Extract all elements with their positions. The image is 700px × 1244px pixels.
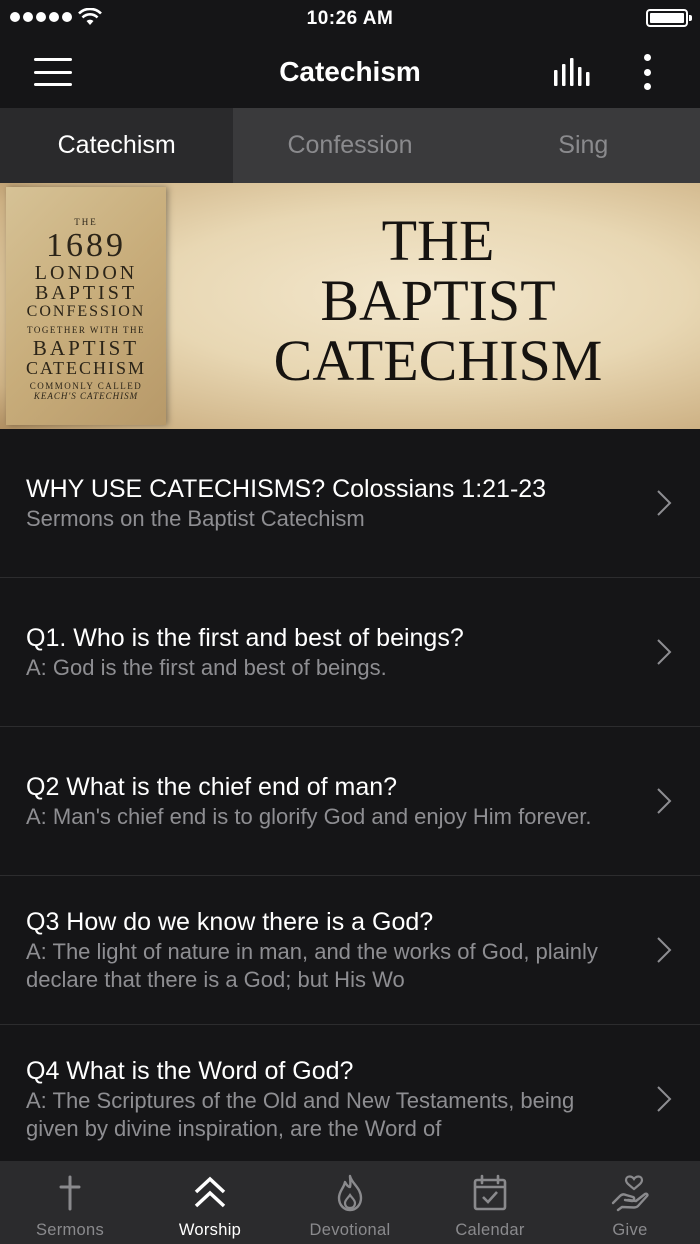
list-item[interactable]: Q1. Who is the first and best of beings?… bbox=[0, 578, 700, 727]
book-cover-text: TOGETHER WITH THE bbox=[27, 325, 145, 335]
list-item-title: Q3 How do we know there is a God? bbox=[26, 908, 434, 936]
more-options-button[interactable] bbox=[638, 54, 656, 90]
status-bar: 10:26 AM bbox=[0, 0, 700, 36]
book-cover-text: LONDON bbox=[34, 262, 138, 284]
list-item[interactable]: Q4 What is the Word of God? A: The Scrip… bbox=[0, 1025, 700, 1174]
tab-label: Worship bbox=[178, 1221, 242, 1239]
navigation-bar: Catechism bbox=[0, 36, 700, 108]
more-vertical-icon bbox=[643, 54, 651, 61]
catechism-list: WHY USE CATECHISMS? Colossians 1:21-23 S… bbox=[0, 429, 700, 1174]
cross-icon bbox=[59, 1175, 81, 1211]
page-title: Catechism bbox=[279, 56, 421, 87]
list-item-title: Q1. Who is the first and best of beings? bbox=[26, 624, 464, 652]
banner-title-line: THE bbox=[381, 208, 495, 273]
banner-title-line: CATECHISM bbox=[273, 328, 603, 393]
list-item-subtitle: Sermons on the Baptist Catechism bbox=[26, 506, 365, 531]
catechism-banner: THE 1689 LONDON BAPTIST CONFESSION TOGET… bbox=[0, 183, 700, 429]
book-cover-text: 1689 bbox=[46, 227, 126, 264]
tab-label: Sermons bbox=[35, 1221, 105, 1239]
book-cover-text: BAPTIST bbox=[32, 336, 140, 360]
bottom-tab-bar: Sermons Worship Devotional Calendar Give bbox=[0, 1161, 700, 1244]
status-time: 10:26 AM bbox=[306, 8, 394, 29]
book-cover-text: KEACH'S CATECHISM bbox=[33, 391, 139, 401]
tab-label: Calendar bbox=[455, 1221, 525, 1239]
calendar-check-icon bbox=[473, 1174, 507, 1211]
list-item-title: Q4 What is the Word of God? bbox=[26, 1057, 354, 1085]
chevron-right-icon bbox=[657, 490, 672, 516]
list-item-subtitle: A: The Scriptures of the Old and New Tes… bbox=[26, 1088, 575, 1141]
battery-icon bbox=[646, 9, 692, 27]
flame-icon bbox=[337, 1174, 363, 1212]
chevron-right-icon bbox=[657, 937, 672, 963]
banner-title: THE BAPTIST CATECHISM bbox=[236, 211, 640, 391]
audio-bars-button[interactable] bbox=[552, 58, 592, 88]
book-cover-text: BAPTIST bbox=[34, 282, 138, 304]
list-item-subtitle: A: Man's chief end is to glorify God and… bbox=[26, 804, 592, 829]
list-item[interactable]: WHY USE CATECHISMS? Colossians 1:21-23 S… bbox=[0, 429, 700, 578]
chevron-right-icon bbox=[657, 639, 672, 665]
tab-give[interactable]: Give bbox=[560, 1161, 700, 1244]
tab-devotional[interactable]: Devotional bbox=[280, 1161, 420, 1244]
list-item-subtitle: A: God is the first and best of beings. bbox=[26, 655, 387, 680]
list-item[interactable]: Q3 How do we know there is a God? A: The… bbox=[0, 876, 700, 1025]
banner-title-line: BAPTIST bbox=[320, 268, 556, 333]
tab-label: Give bbox=[612, 1221, 648, 1239]
tab-label: Devotional bbox=[309, 1221, 391, 1239]
list-item[interactable]: Q2 What is the chief end of man? A: Man'… bbox=[0, 727, 700, 876]
equalizer-icon bbox=[554, 58, 590, 86]
tab-confession[interactable]: Confession bbox=[233, 108, 466, 183]
tab-catechism[interactable]: Catechism bbox=[0, 108, 234, 183]
book-cover-text: THE bbox=[74, 217, 98, 227]
tab-calendar[interactable]: Calendar bbox=[420, 1161, 560, 1244]
tab-sermons[interactable]: Sermons bbox=[0, 1161, 140, 1244]
list-item-title: WHY USE CATECHISMS? Colossians 1:21-23 bbox=[26, 475, 547, 503]
book-cover-text: CATECHISM bbox=[25, 358, 146, 378]
book-cover-text: CONFESSION bbox=[26, 303, 146, 320]
chevron-right-icon bbox=[657, 1086, 672, 1112]
tab-sing[interactable]: Sing bbox=[467, 108, 700, 183]
double-chevron-up-icon bbox=[194, 1176, 226, 1208]
list-item-title: Q2 What is the chief end of man? bbox=[26, 773, 398, 801]
segment-tabs: Catechism Confession Sing bbox=[0, 108, 700, 183]
book-cover-image: THE 1689 LONDON BAPTIST CONFESSION TOGET… bbox=[6, 187, 166, 425]
hand-heart-icon bbox=[611, 1175, 649, 1212]
chevron-right-icon bbox=[657, 788, 672, 814]
list-item-subtitle: A: The light of nature in man, and the w… bbox=[26, 939, 598, 992]
tab-worship[interactable]: Worship bbox=[140, 1161, 280, 1244]
book-cover-text: COMMONLY CALLED bbox=[29, 381, 143, 391]
